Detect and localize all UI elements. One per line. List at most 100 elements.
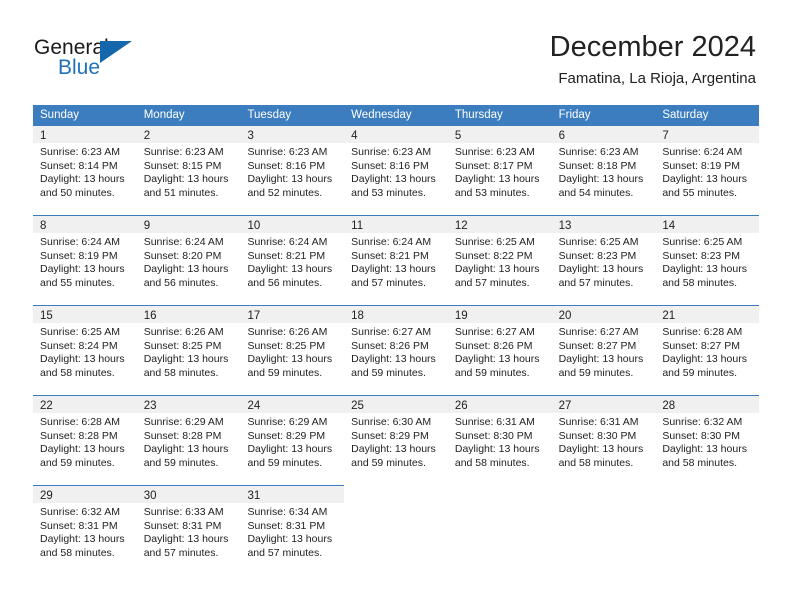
day-cell-12[interactable]: 12 Sunrise: 6:25 AM Sunset: 8:22 PM Dayligh… bbox=[447, 215, 552, 305]
day-cell-11[interactable]: 11 Sunrise: 6:24 AM Sunset: 8:21 PM Dayligh… bbox=[344, 215, 448, 305]
sunset-text: Sunset: 8:26 PM bbox=[351, 339, 429, 352]
daylight-text-line1: Daylight: 13 hours bbox=[40, 353, 125, 366]
daylight-text-line1: Daylight: 13 hours bbox=[247, 263, 333, 276]
day-cell-empty bbox=[344, 485, 448, 575]
day-details: Sunrise: 6:24 AM Sunset: 8:21 PM Daylight:… bbox=[344, 233, 448, 290]
daylight-text-line1: Daylight: 13 hours bbox=[558, 173, 644, 186]
day-number-band: 15 bbox=[33, 306, 137, 323]
day-cell-31[interactable]: 31 Sunrise: 6:34 AM Sunset: 8:31 PM Dayligh… bbox=[240, 485, 345, 575]
day-cell-20[interactable]: 20 Sunrise: 6:27 AM Sunset: 8:27 PM Dayligh… bbox=[551, 305, 656, 395]
day-number: 13 bbox=[558, 220, 572, 232]
daylight-text-line1: Daylight: 13 hours bbox=[40, 173, 125, 186]
daylight-text-line1: Daylight: 13 hours bbox=[351, 173, 436, 186]
day-cell-21[interactable]: 21 Sunrise: 6:28 AM Sunset: 8:27 PM Dayligh… bbox=[655, 305, 760, 395]
daylight-text-line2: and 56 minutes. bbox=[247, 276, 323, 289]
day-number: 20 bbox=[558, 310, 572, 322]
day-details: Sunrise: 6:28 AM Sunset: 8:28 PM Daylight:… bbox=[33, 413, 137, 470]
weekday-header-friday: Friday bbox=[558, 109, 591, 121]
daylight-text-line1: Daylight: 13 hours bbox=[40, 533, 125, 546]
day-number: 2 bbox=[143, 130, 151, 142]
sunset-text: Sunset: 8:30 PM bbox=[662, 429, 740, 442]
sunrise-text: Sunrise: 6:31 AM bbox=[558, 416, 639, 428]
day-cell-29[interactable]: 29 Sunrise: 6:32 AM Sunset: 8:31 PM Dayligh… bbox=[33, 485, 137, 575]
day-number: 22 bbox=[40, 400, 53, 412]
day-number: 9 bbox=[143, 220, 151, 232]
day-number: 31 bbox=[247, 490, 261, 502]
day-cell-6[interactable]: 6 Sunrise: 6:23 AM Sunset: 8:18 PM Daylight… bbox=[551, 125, 656, 215]
daylight-text-line2: and 51 minutes. bbox=[143, 186, 219, 199]
day-details: Sunrise: 6:23 AM Sunset: 8:15 PM Daylight:… bbox=[137, 143, 241, 200]
day-number: 10 bbox=[247, 220, 261, 232]
daylight-text-line2: and 58 minutes. bbox=[143, 366, 219, 379]
day-details: Sunrise: 6:34 AM Sunset: 8:31 PM Daylight:… bbox=[240, 503, 344, 560]
day-cell-7[interactable]: 7 Sunrise: 6:24 AM Sunset: 8:19 PM Daylight… bbox=[655, 125, 760, 215]
day-cell-19[interactable]: 19 Sunrise: 6:27 AM Sunset: 8:26 PM Dayligh… bbox=[447, 305, 552, 395]
daylight-text-line2: and 59 minutes. bbox=[351, 456, 426, 469]
day-cell-23[interactable]: 23 Sunrise: 6:29 AM Sunset: 8:28 PM Dayligh… bbox=[136, 395, 241, 485]
daylight-text-line1: Daylight: 13 hours bbox=[247, 353, 333, 366]
daylight-text-line1: Daylight: 13 hours bbox=[454, 173, 540, 186]
day-details: Sunrise: 6:23 AM Sunset: 8:16 PM Daylight:… bbox=[240, 143, 344, 200]
day-number: 15 bbox=[40, 310, 53, 322]
daylight-text-line2: and 58 minutes. bbox=[662, 456, 738, 469]
day-details: Sunrise: 6:23 AM Sunset: 8:17 PM Daylight:… bbox=[448, 143, 552, 200]
calendar-grid: Sunday Monday Tuesday Wednesday Thursday Frid… bbox=[33, 105, 760, 575]
daylight-text-line1: Daylight: 13 hours bbox=[558, 443, 644, 456]
day-cell-9[interactable]: 9 Sunrise: 6:24 AM Sunset: 8:20 PM Daylight… bbox=[136, 215, 241, 305]
daylight-text-line1: Daylight: 13 hours bbox=[247, 173, 333, 186]
location-subtitle: Famatina, La Rioja, Argentina bbox=[558, 70, 756, 87]
day-number-band: 14 bbox=[655, 216, 760, 233]
day-details: Sunrise: 6:27 AM Sunset: 8:27 PM Daylight:… bbox=[552, 323, 656, 380]
day-details: Sunrise: 6:25 AM Sunset: 8:23 PM Daylight:… bbox=[655, 233, 759, 290]
daylight-text-line2: and 53 minutes. bbox=[351, 186, 426, 199]
day-number-band: 2 bbox=[136, 126, 241, 143]
day-number-band: 20 bbox=[551, 306, 656, 323]
sunset-text: Sunset: 8:31 PM bbox=[247, 519, 326, 532]
general-blue-logo[interactable]: General Blue bbox=[34, 36, 164, 84]
daylight-text-line1: Daylight: 13 hours bbox=[662, 263, 747, 276]
day-cell-25[interactable]: 25 Sunrise: 6:30 AM Sunset: 8:29 PM Dayligh… bbox=[344, 395, 448, 485]
day-details: Sunrise: 6:29 AM Sunset: 8:28 PM Daylight:… bbox=[137, 413, 241, 470]
day-cell-13[interactable]: 13 Sunrise: 6:25 AM Sunset: 8:23 PM Dayligh… bbox=[551, 215, 656, 305]
day-cell-28[interactable]: 28 Sunrise: 6:32 AM Sunset: 8:30 PM Dayligh… bbox=[655, 395, 760, 485]
sunrise-text: Sunrise: 6:25 AM bbox=[454, 236, 535, 248]
day-details: Sunrise: 6:23 AM Sunset: 8:14 PM Daylight:… bbox=[33, 143, 137, 200]
daylight-text-line2: and 59 minutes. bbox=[454, 366, 530, 379]
triangle-logo-icon bbox=[100, 41, 132, 63]
daylight-text-line1: Daylight: 13 hours bbox=[143, 173, 229, 186]
day-cell-24[interactable]: 24 Sunrise: 6:29 AM Sunset: 8:29 PM Dayligh… bbox=[240, 395, 345, 485]
day-details: Sunrise: 6:26 AM Sunset: 8:25 PM Daylight:… bbox=[240, 323, 344, 380]
day-cell-15[interactable]: 15 Sunrise: 6:25 AM Sunset: 8:24 PM Dayligh… bbox=[33, 305, 137, 395]
day-cell-26[interactable]: 26 Sunrise: 6:31 AM Sunset: 8:30 PM Dayligh… bbox=[447, 395, 552, 485]
sunrise-text: Sunrise: 6:23 AM bbox=[247, 146, 328, 158]
daylight-text-line1: Daylight: 13 hours bbox=[143, 443, 229, 456]
day-number: 11 bbox=[351, 220, 364, 232]
calendar-week-row: 15 Sunrise: 6:25 AM Sunset: 8:24 PM Dayligh… bbox=[33, 305, 760, 395]
day-cell-3[interactable]: 3 Sunrise: 6:23 AM Sunset: 8:16 PM Daylight… bbox=[240, 125, 345, 215]
daylight-text-line2: and 58 minutes. bbox=[40, 546, 115, 559]
calendar-page: General Blue December 2024 Famatina, La … bbox=[0, 0, 792, 612]
day-cell-8[interactable]: 8 Sunrise: 6:24 AM Sunset: 8:19 PM Daylight… bbox=[33, 215, 137, 305]
day-number-band: 18 bbox=[344, 306, 448, 323]
day-cell-27[interactable]: 27 Sunrise: 6:31 AM Sunset: 8:30 PM Dayligh… bbox=[551, 395, 656, 485]
day-number-band: 29 bbox=[33, 486, 137, 503]
day-cell-2[interactable]: 2 Sunrise: 6:23 AM Sunset: 8:15 PM Daylight… bbox=[136, 125, 241, 215]
day-cell-14[interactable]: 14 Sunrise: 6:25 AM Sunset: 8:23 PM Dayligh… bbox=[655, 215, 760, 305]
day-number-band: 16 bbox=[136, 306, 241, 323]
day-cell-1[interactable]: 1 Sunrise: 6:23 AM Sunset: 8:14 PM Daylight… bbox=[33, 125, 137, 215]
day-cell-30[interactable]: 30 Sunrise: 6:33 AM Sunset: 8:31 PM Dayligh… bbox=[136, 485, 241, 575]
logo-text-blue: Blue bbox=[58, 56, 101, 79]
day-number-band: 23 bbox=[136, 396, 241, 413]
day-cell-10[interactable]: 10 Sunrise: 6:24 AM Sunset: 8:21 PM Dayligh… bbox=[240, 215, 345, 305]
day-number: 3 bbox=[247, 130, 254, 142]
day-cell-17[interactable]: 17 Sunrise: 6:26 AM Sunset: 8:25 PM Dayligh… bbox=[240, 305, 345, 395]
day-number-band: 21 bbox=[655, 306, 760, 323]
day-cell-4[interactable]: 4 Sunrise: 6:23 AM Sunset: 8:16 PM Daylight… bbox=[344, 125, 448, 215]
day-details: Sunrise: 6:31 AM Sunset: 8:30 PM Daylight:… bbox=[448, 413, 552, 470]
day-cell-22[interactable]: 22 Sunrise: 6:28 AM Sunset: 8:28 PM Dayligh… bbox=[33, 395, 137, 485]
day-cell-5[interactable]: 5 Sunrise: 6:23 AM Sunset: 8:17 PM Daylight… bbox=[447, 125, 552, 215]
day-number-band: 25 bbox=[344, 396, 448, 413]
daylight-text-line1: Daylight: 13 hours bbox=[143, 533, 229, 546]
day-cell-16[interactable]: 16 Sunrise: 6:26 AM Sunset: 8:25 PM Dayligh… bbox=[136, 305, 241, 395]
day-cell-18[interactable]: 18 Sunrise: 6:27 AM Sunset: 8:26 PM Dayligh… bbox=[344, 305, 448, 395]
